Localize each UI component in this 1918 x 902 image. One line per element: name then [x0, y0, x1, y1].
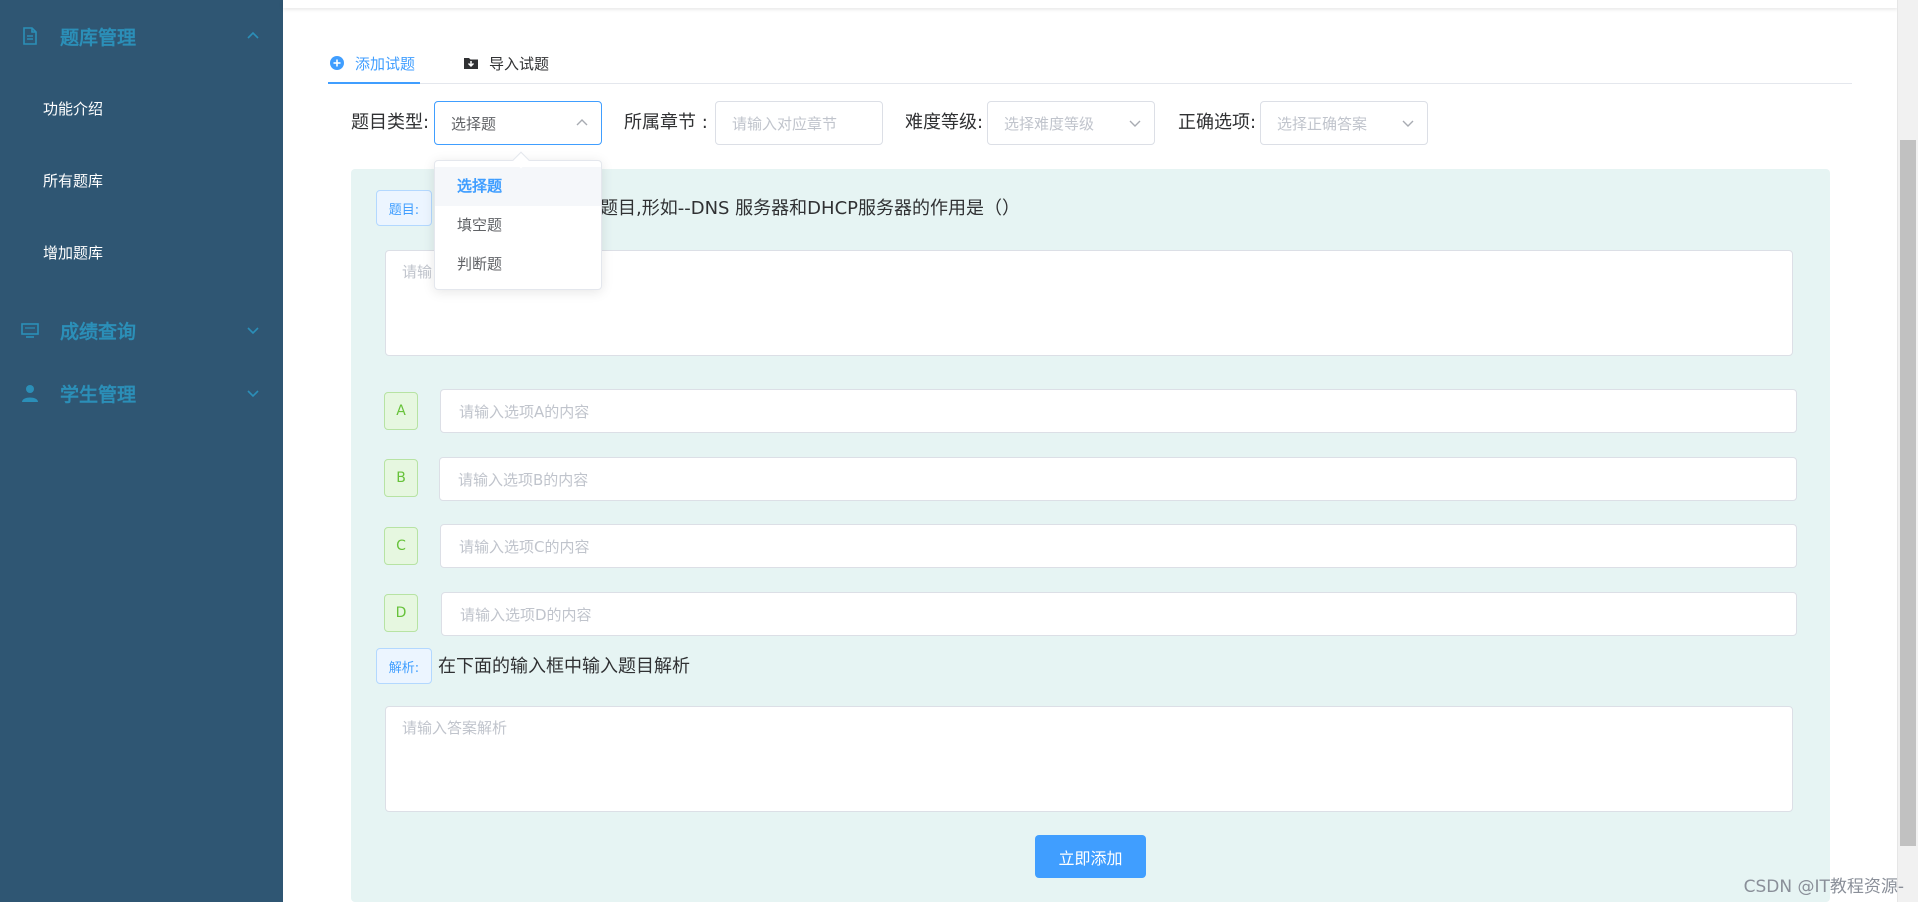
option-a-input[interactable]: 请输入选项A的内容 [440, 389, 1797, 433]
dropdown-arrow [512, 151, 530, 169]
folder-download-icon [464, 58, 478, 69]
option-d-input[interactable]: 请输入选项D的内容 [441, 592, 1797, 636]
option-c-label: C [384, 527, 418, 565]
question-type-label: 题目类型: [351, 112, 430, 133]
option-a-label: A [384, 392, 418, 430]
difficulty-placeholder: 选择难度等级 [1004, 114, 1095, 133]
user-icon [22, 385, 38, 402]
correct-answer-placeholder: 选择正确答案 [1277, 114, 1368, 133]
question-placeholder: 请输 [402, 263, 433, 281]
top-header [283, 0, 1898, 8]
sidebar-item-intro[interactable]: 功能介绍 [43, 98, 103, 119]
chevron-down-icon [247, 390, 259, 398]
option-c-placeholder: 请输入选项C的内容 [459, 537, 590, 556]
menu-group-question-bank[interactable]: 题库管理 [0, 8, 283, 64]
submit-button[interactable]: 立即添加 [1035, 835, 1146, 878]
option-c-input[interactable]: 请输入选项C的内容 [440, 524, 1797, 568]
chevron-down-icon [1402, 120, 1414, 127]
chapter-placeholder: 请输入对应章节 [732, 114, 838, 133]
chevron-up-icon [576, 119, 588, 126]
tab-import-questions[interactable]: 导入试题 [463, 52, 549, 74]
chapter-input[interactable]: 请输入对应章节 [715, 101, 883, 145]
question-type-dropdown: 选择题 填空题 判断题 [434, 151, 602, 290]
sidebar-item-all-banks[interactable]: 所有题库 [43, 170, 103, 191]
sidebar: 题库管理 功能介绍 所有题库 增加题库 成绩查询 学生管理 [0, 0, 283, 902]
menu-group-score-query[interactable]: 成绩查询 [0, 302, 283, 358]
scrollbar-thumb[interactable] [1900, 140, 1916, 846]
question-type-value: 选择题 [451, 114, 497, 133]
tabs-divider [328, 83, 1852, 84]
correct-answer-label: 正确选项: [1178, 112, 1257, 133]
menu-group-label: 成绩查询 [60, 320, 137, 343]
option-a-placeholder: 请输入选项A的内容 [459, 402, 590, 421]
menu-group-label: 题库管理 [60, 26, 137, 49]
option-b-label: B [384, 459, 418, 497]
chevron-down-icon [247, 327, 259, 335]
analysis-placeholder: 请输入答案解析 [402, 719, 508, 737]
question-type-select[interactable]: 选择题 [434, 101, 602, 145]
sidebar-item-add-bank[interactable]: 增加题库 [43, 242, 103, 263]
correct-answer-select[interactable]: 选择正确答案 [1260, 101, 1428, 145]
dropdown-option-fill-blank[interactable]: 填空题 [435, 206, 601, 245]
analysis-tag: 解析: [376, 648, 432, 684]
menu-group-student-management[interactable]: 学生管理 [0, 365, 283, 421]
dropdown-option-choice[interactable]: 选择题 [435, 167, 601, 206]
question-tag: 题目: [376, 190, 432, 226]
monitor-icon [21, 323, 39, 338]
menu-group-label: 学生管理 [60, 383, 137, 406]
tab-label: 导入试题 [489, 54, 550, 73]
chevron-up-icon [247, 31, 259, 39]
option-d-placeholder: 请输入选项D的内容 [460, 605, 592, 624]
active-tab-indicator [328, 82, 420, 84]
chevron-down-icon [1129, 120, 1141, 127]
option-b-input[interactable]: 请输入选项B的内容 [439, 457, 1797, 501]
chapter-label: 所属章节 : [624, 112, 708, 133]
dropdown-option-true-false[interactable]: 判断题 [435, 245, 601, 284]
document-icon [23, 27, 37, 45]
option-d-label: D [384, 594, 418, 632]
analysis-textarea[interactable]: 请输入答案解析 [385, 706, 1793, 812]
question-hint: 入题目,形如--DNS 服务器和DHCP服务器的作用是（） [582, 198, 1021, 219]
watermark: CSDN @IT教程资源- [1743, 877, 1904, 897]
tab-label: 添加试题 [355, 54, 416, 73]
difficulty-label: 难度等级: [905, 112, 984, 133]
option-b-placeholder: 请输入选项B的内容 [458, 470, 589, 489]
analysis-hint: 在下面的输入框中输入题目解析 [438, 656, 690, 677]
tab-add-question[interactable]: 添加试题 [329, 52, 415, 74]
difficulty-select[interactable]: 选择难度等级 [987, 101, 1155, 145]
plus-circle-icon [330, 56, 344, 70]
